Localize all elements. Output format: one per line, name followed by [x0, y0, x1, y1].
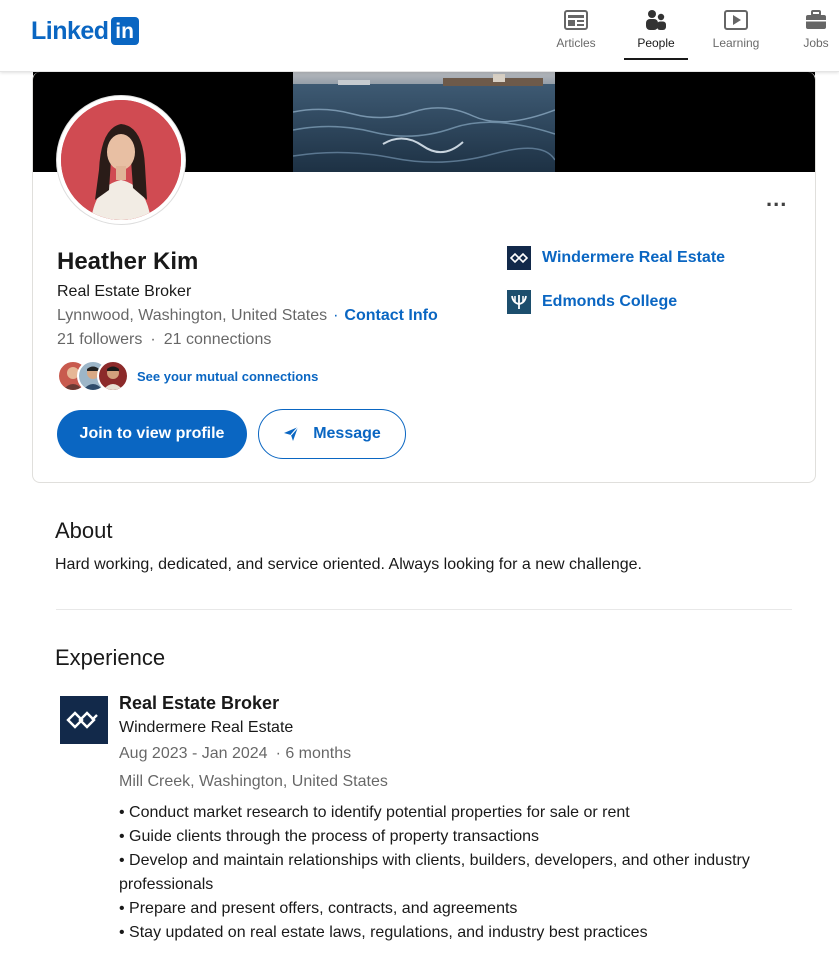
experience-description: • Conduct market research to identify po… [119, 801, 799, 945]
nav-learning[interactable]: Learning [711, 8, 761, 58]
mutual-avatars [57, 360, 129, 392]
nav-people-label: People [637, 36, 675, 50]
message-button-label: Message [313, 425, 381, 442]
message-button[interactable]: Message [258, 409, 406, 459]
profile-stats: 21 followers · 21 connections [57, 331, 271, 349]
profile-location-row: Lynnwood, Washington, United States · Cont… [57, 307, 438, 325]
experience-date-range: Aug 2023 - Jan 2024 [119, 745, 268, 762]
people-icon [645, 8, 667, 32]
learning-icon [724, 8, 748, 32]
profile-photo[interactable] [57, 96, 185, 224]
about-text: Hard working, dedicated, and service ori… [55, 556, 642, 573]
education-school-name: Edmonds College [542, 293, 678, 310]
current-company-name: Windermere Real Estate [542, 249, 726, 266]
top-nav-bar: Linked in Articles People Learning Jobs [0, 0, 839, 72]
profile-photo-image [61, 100, 181, 220]
windermere-logo-icon[interactable] [60, 696, 108, 744]
linkedin-logo[interactable]: Linked in [31, 17, 139, 45]
windermere-logo-icon [507, 246, 531, 270]
profile-location: Lynnwood, Washington, United States [57, 307, 328, 324]
experience-bullet: • Stay updated on real estate laws, regu… [119, 924, 648, 941]
send-icon [283, 426, 299, 442]
experience-location: Mill Creek, Washington, United States [119, 773, 388, 790]
logo-in-box: in [110, 17, 139, 45]
connections-count: 21 connections [163, 331, 272, 348]
section-divider [56, 609, 792, 610]
jobs-icon [805, 8, 827, 32]
mutual-avatar-3 [97, 360, 129, 392]
nav-articles[interactable]: Articles [553, 8, 599, 58]
experience-heading: Experience [55, 645, 166, 670]
experience-bullet: • Develop and maintain relationships wit… [119, 852, 750, 893]
articles-icon [564, 8, 588, 32]
profile-name: Heather Kim [57, 248, 199, 275]
experience-company[interactable]: Windermere Real Estate [119, 719, 293, 737]
experience-bullet: • Guide clients through the process of p… [119, 828, 540, 845]
experience-bullet: • Prepare and present offers, contracts,… [119, 900, 518, 917]
nav-people[interactable]: People [624, 8, 688, 60]
nav-jobs[interactable]: Jobs [800, 8, 832, 58]
experience-bullet: • Conduct market research to identify po… [119, 804, 630, 821]
contact-info-link[interactable]: Contact Info [344, 307, 437, 324]
mutual-connections[interactable]: See your mutual connections [57, 360, 318, 392]
join-to-view-profile-button[interactable]: Join to view profile [57, 410, 247, 458]
logo-wordmark: Linked [31, 16, 109, 45]
current-company[interactable]: Windermere Real Estate [507, 246, 725, 270]
nav-jobs-label: Jobs [803, 36, 829, 50]
experience-dates: Aug 2023 - Jan 2024 · 6 months [119, 745, 351, 763]
nav-articles-label: Articles [556, 36, 596, 50]
edmonds-college-logo-icon [507, 290, 531, 314]
experience-duration: · 6 months [275, 745, 352, 762]
mutual-connections-link[interactable]: See your mutual connections [137, 369, 318, 384]
nav-learning-label: Learning [712, 36, 760, 50]
education-school[interactable]: Edmonds College [507, 290, 677, 314]
more-options-button[interactable]: ... [766, 186, 787, 212]
location-separator: · [333, 307, 339, 324]
experience-role[interactable]: Real Estate Broker [119, 693, 279, 714]
followers-count: 21 followers [57, 331, 143, 348]
profile-headline: Real Estate Broker [57, 283, 192, 300]
stats-separator: · [150, 331, 156, 348]
about-heading: About [55, 518, 113, 543]
